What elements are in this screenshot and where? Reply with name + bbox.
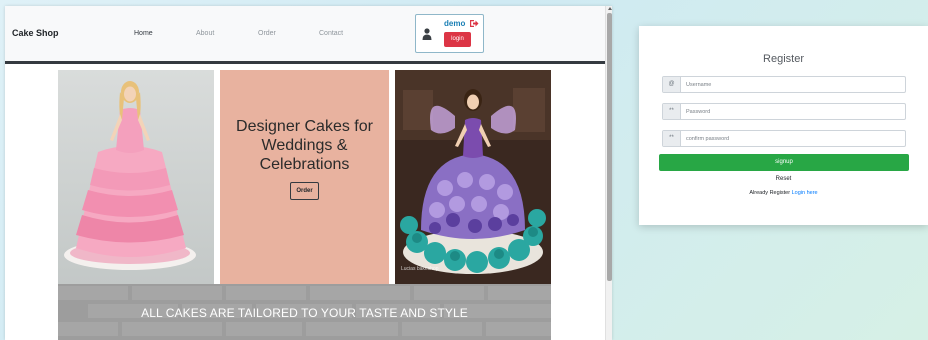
scroll-up-arrow-icon[interactable] [608, 7, 612, 10]
password-field: ** [662, 103, 906, 120]
login-here-link[interactable]: Login here [792, 190, 818, 196]
username-field: @ [662, 76, 906, 93]
login-prompt: Already Register Login here [639, 190, 928, 196]
register-card: Register @ ** ** signup Reset Already Re… [639, 26, 928, 225]
confirm-password-field: ** [662, 130, 906, 147]
reset-button[interactable]: Reset [639, 176, 928, 182]
register-title: Register [763, 53, 804, 65]
pink-doll-cake-illustration [58, 70, 214, 284]
headline-line-3: Celebrations [259, 156, 350, 173]
headline-line-1: Designer Cakes for [236, 118, 373, 135]
nav-contact-link[interactable]: Contact [319, 30, 343, 37]
image-watermark: Lucias bakeshop [401, 266, 439, 272]
username-input[interactable] [682, 77, 904, 92]
page-scrollbar[interactable] [605, 6, 612, 340]
password-input[interactable] [682, 104, 904, 119]
hero-headline-panel: Designer Cakes for Weddings & Celebratio… [220, 70, 389, 284]
at-sign-icon: @ [663, 77, 681, 92]
purple-fairy-cake-image: Lucias bakeshop [395, 70, 551, 284]
brand-logo[interactable]: Cake Shop [12, 28, 59, 38]
user-dropdown: demo login [415, 14, 484, 53]
confirm-password-input[interactable] [682, 131, 904, 146]
scrollbar-thumb[interactable] [607, 13, 612, 281]
already-register-text: Already Register [749, 190, 791, 196]
banner-tagline: ALL CAKES ARE TAILORED TO YOUR TASTE AND… [141, 306, 468, 320]
pink-doll-cake-image [58, 70, 214, 284]
nav-home-link[interactable]: Home [134, 30, 153, 37]
hero-headline: Designer Cakes for Weddings & Celebratio… [220, 117, 389, 174]
username-label: demo [444, 19, 466, 28]
sign-out-icon[interactable] [469, 19, 479, 28]
confirm-key-icon: ** [663, 131, 681, 146]
nav-about-link[interactable]: About [196, 30, 214, 37]
purple-fairy-cake-illustration [395, 70, 551, 284]
tagline-banner: ALL CAKES ARE TAILORED TO YOUR TASTE AND… [58, 284, 551, 340]
nav-order-link[interactable]: Order [258, 30, 276, 37]
password-key-icon: ** [663, 104, 681, 119]
cake-shop-window: Cake Shop Home About Order Contact demo … [5, 6, 612, 340]
headline-line-2: Weddings & [261, 137, 348, 154]
signup-button[interactable]: signup [659, 154, 909, 171]
order-button[interactable]: Order [290, 182, 319, 200]
login-button[interactable]: login [444, 32, 471, 47]
user-icon [422, 28, 432, 40]
navbar: Cake Shop Home About Order Contact demo … [5, 6, 605, 64]
